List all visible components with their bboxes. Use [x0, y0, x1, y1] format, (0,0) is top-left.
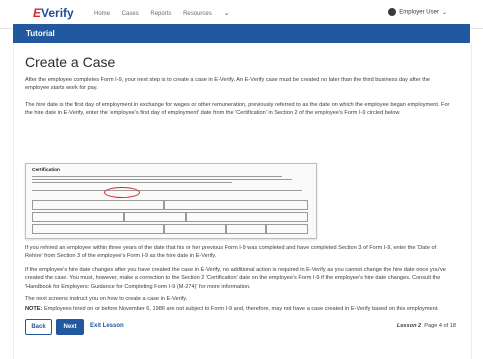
- note-text: Employees hired on or before November 6,…: [42, 306, 439, 312]
- user-menu[interactable]: Employer User ⌄: [388, 8, 447, 16]
- nav-link-resources[interactable]: Resources ⌄: [183, 10, 240, 17]
- user-icon: [388, 8, 397, 16]
- lesson-progress: Lesson 2 Page 4 of 18: [397, 323, 456, 329]
- form-i9-certification-image: Certification: [25, 163, 317, 239]
- note-label: NOTE:: [25, 306, 43, 312]
- banner-title: Tutorial: [26, 29, 55, 38]
- form-line: [32, 190, 302, 191]
- everify-logo[interactable]: EVerify: [33, 6, 74, 20]
- form-cell: [32, 224, 164, 234]
- nav-link-cases[interactable]: Cases: [122, 11, 139, 17]
- form-cell: [186, 212, 308, 222]
- form-cell: [32, 212, 124, 222]
- form-cell: [124, 212, 186, 222]
- tutorial-banner: Tutorial: [13, 24, 470, 43]
- paragraph-hire-date-change: If the employee's hire date changes afte…: [25, 267, 446, 290]
- paragraph-note: NOTE: Employees hired on or before Novem…: [25, 305, 455, 313]
- form-cell: [164, 200, 308, 210]
- paragraph-hire-date: The hire date is the first day of employ…: [25, 102, 450, 117]
- form-cell: [32, 200, 164, 210]
- form-line: [32, 182, 232, 183]
- form-cell: [266, 224, 308, 234]
- nav-link-reports[interactable]: Reports: [150, 11, 171, 17]
- chevron-down-icon: ⌄: [223, 10, 230, 17]
- page-indicator: Page 4 of 18: [424, 323, 456, 329]
- form-cell: [226, 224, 266, 234]
- paragraph-next-screens: The next screens instruct you on how to …: [25, 296, 188, 302]
- form-heading: Certification: [32, 168, 60, 173]
- exit-lesson-link[interactable]: Exit Lesson: [90, 323, 124, 329]
- nav-links: Home Cases Reports Resources ⌄: [94, 9, 250, 17]
- user-name: Employer User: [399, 9, 439, 16]
- paragraph-rehire: If you rehired an employee within three …: [25, 245, 437, 260]
- form-cell: [164, 224, 226, 234]
- first-day-of-employment-circle: [104, 187, 140, 198]
- chevron-down-icon: ⌄: [441, 9, 447, 16]
- back-button[interactable]: Back: [25, 319, 52, 335]
- form-line: [32, 179, 292, 180]
- next-button[interactable]: Next: [56, 319, 84, 335]
- lesson-label: Lesson 2: [396, 323, 422, 329]
- nav-link-home[interactable]: Home: [94, 11, 110, 17]
- paragraph-intro: After the employee completes Form I-9, y…: [25, 77, 431, 92]
- page-title: Create a Case: [25, 54, 116, 70]
- form-line: [32, 176, 282, 177]
